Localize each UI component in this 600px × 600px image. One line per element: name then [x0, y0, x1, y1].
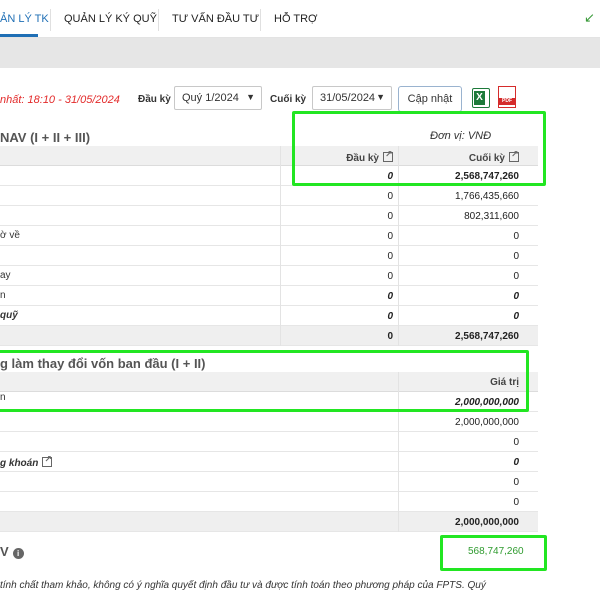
excel-export-icon[interactable] — [472, 88, 490, 108]
header-band — [0, 38, 600, 68]
disclaimer-text: tính chất tham khảo, không có ý nghĩa qu… — [0, 580, 486, 591]
active-tab-indicator — [0, 34, 38, 37]
table-row: 0 — [0, 432, 538, 452]
update-button[interactable]: Cập nhật — [398, 86, 462, 112]
table-total-row: 2,000,000,000 — [0, 512, 538, 532]
tab-divider — [50, 9, 51, 31]
cell-start: 0 — [280, 246, 398, 266]
cell-end: 0 — [398, 266, 524, 286]
row-label: n — [0, 290, 6, 301]
cell-start: 0 — [280, 226, 398, 246]
cell-start: 0 — [280, 286, 398, 306]
highlight-box — [440, 535, 547, 571]
table-row: quỹ 0 0 — [0, 306, 538, 326]
table-total-row: 0 2,568,747,260 — [0, 326, 538, 346]
cell-value: 0 — [398, 472, 524, 492]
table-row: n 0 0 — [0, 286, 538, 306]
cell-start: 0 — [280, 206, 398, 226]
cell-end: 1,766,435,660 — [398, 186, 524, 206]
table-row: ờ về 0 0 — [0, 226, 538, 246]
external-link-icon[interactable] — [42, 454, 53, 467]
last-updated-text: nhất: 18:10 - 31/05/2024 — [0, 94, 120, 106]
cell-end: 802,311,600 — [398, 206, 524, 226]
end-period-label: Cuối kỳ — [270, 94, 307, 105]
table-row: g khoán 0 — [0, 452, 538, 472]
tab-margin-management[interactable]: QUẢN LÝ KÝ QUỸ — [64, 13, 157, 25]
table-row: 0 — [0, 492, 538, 512]
cell-start: 0 — [280, 306, 398, 326]
cell-end: 0 — [398, 306, 524, 326]
cell-value: 0 — [398, 492, 524, 512]
nav-summary-label: Vi — [0, 544, 24, 559]
chevron-down-icon: ▼ — [246, 92, 255, 102]
cell-value: 0 — [398, 432, 524, 452]
cell-end: 2,568,747,260 — [398, 326, 524, 346]
chevron-down-icon: ▼ — [376, 92, 385, 102]
info-icon[interactable]: i — [12, 548, 24, 559]
cell-value: 2,000,000,000 — [398, 512, 524, 532]
table-row: 2,000,000,000 — [0, 412, 538, 432]
tab-support[interactable]: HỖ TRỢ — [274, 13, 317, 25]
highlight-box — [292, 111, 546, 186]
cell-end: 0 — [398, 246, 524, 266]
start-period-label: Đầu kỳ — [138, 94, 171, 105]
cell-value: 2,000,000,000 — [398, 412, 524, 432]
cell-start: 0 — [280, 186, 398, 206]
table-row: 0 802,311,600 — [0, 206, 538, 226]
tab-investment-advice[interactable]: TƯ VẤN ĐẦU TƯ — [172, 13, 259, 25]
table-row: 0 1,766,435,660 — [0, 186, 538, 206]
table-row: 0 — [0, 472, 538, 492]
pdf-export-icon[interactable] — [498, 86, 516, 108]
cell-end: 0 — [398, 226, 524, 246]
top-navigation: ẢN LÝ TK QUẢN LÝ KÝ QUỸ TƯ VẤN ĐẦU TƯ HỖ… — [0, 0, 600, 38]
table-row: 0 0 — [0, 246, 538, 266]
row-label: g khoán — [0, 454, 53, 469]
tab-account-management[interactable]: ẢN LÝ TK — [0, 13, 49, 25]
expand-arrow-icon[interactable]: ↙ — [584, 10, 595, 26]
highlight-box — [0, 350, 529, 412]
row-label: ay — [0, 270, 11, 281]
cell-end: 0 — [398, 286, 524, 306]
start-period-select[interactable]: Quý 1/2024 ▼ — [174, 86, 262, 110]
tab-divider — [260, 9, 261, 31]
start-period-value: Quý 1/2024 — [182, 92, 239, 104]
end-date-value: 31/05/2024 — [320, 92, 376, 104]
cell-start: 0 — [280, 266, 398, 286]
row-label: quỹ — [0, 310, 18, 321]
tab-divider — [158, 9, 159, 31]
nav-section-title: NAV (I + II + III) — [0, 130, 91, 145]
table-row: ay 0 0 — [0, 266, 538, 286]
end-date-select[interactable]: 31/05/2024 ▼ — [312, 86, 392, 110]
cell-start: 0 — [280, 326, 398, 346]
cell-value: 0 — [398, 452, 524, 472]
row-label: ờ về — [0, 230, 20, 241]
